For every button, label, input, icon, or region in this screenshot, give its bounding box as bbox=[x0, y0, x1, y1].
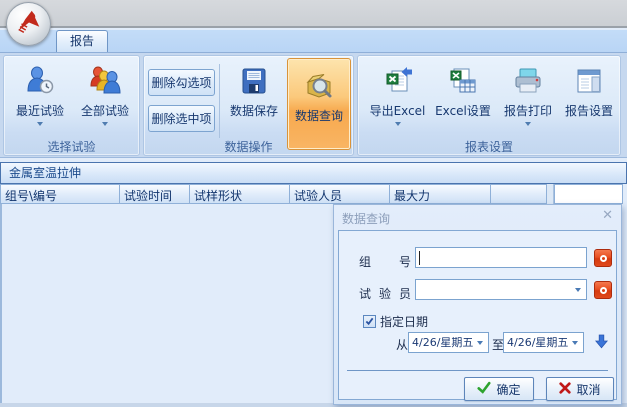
recent-tests-label: 最近试验 bbox=[16, 102, 64, 119]
group-no-label: 组 号 bbox=[359, 253, 411, 270]
dialog-panel: 组 号 试 验 员 bbox=[338, 230, 617, 400]
from-date-value: 4/26/星期五 bbox=[412, 336, 473, 349]
specify-date-checkbox[interactable]: 指定日期 bbox=[363, 313, 428, 330]
column-header-empty bbox=[491, 184, 547, 204]
recent-tests-button[interactable]: 最近试验 bbox=[9, 60, 71, 140]
column-header-group-id[interactable]: 组号\编号 bbox=[0, 184, 120, 204]
excel-settings-button[interactable]: Excel设置 bbox=[431, 60, 495, 140]
dialog-title: 数据查询 bbox=[342, 210, 390, 227]
print-report-button[interactable]: 报告打印 bbox=[499, 60, 557, 140]
column-header-max-force[interactable]: 最大力 bbox=[390, 184, 491, 204]
ribbon-group-report-settings: 导出Excel Excel设置 bbox=[357, 55, 621, 156]
tester-label: 试 验 员 bbox=[359, 285, 411, 302]
report-settings-button[interactable]: 报告设置 bbox=[558, 60, 620, 140]
ok-label: 确定 bbox=[496, 381, 520, 398]
circle-icon bbox=[600, 255, 607, 262]
delete-selected-items-label: 删除选中项 bbox=[151, 110, 211, 127]
report-window-icon bbox=[572, 64, 606, 98]
column-header-sample-shape[interactable]: 试样形状 bbox=[190, 184, 290, 204]
export-excel-label: 导出Excel bbox=[370, 102, 426, 119]
to-date-value: 4/26/星期五 bbox=[507, 336, 568, 349]
from-date-combobox[interactable]: 4/26/星期五 bbox=[408, 332, 489, 353]
save-data-button[interactable]: 数据保存 bbox=[223, 60, 285, 140]
ribbon-group-select-test: 最近试验 全部试验 选择试验 bbox=[3, 55, 140, 156]
chevron-down-icon bbox=[395, 122, 401, 126]
ribbon-group-data-operations: 删除勾选项 删除选中项 数据保存 bbox=[143, 55, 354, 156]
app-logo-button[interactable] bbox=[6, 2, 51, 46]
dialog-close-button[interactable]: ✕ bbox=[602, 208, 613, 224]
app-window: 报告 最近试验 bbox=[0, 0, 627, 407]
app-logo-icon bbox=[14, 7, 44, 41]
group-label-select-test: 选择试验 bbox=[4, 138, 139, 153]
export-excel-button[interactable]: 导出Excel bbox=[366, 60, 429, 140]
ok-button[interactable]: 确定 bbox=[464, 377, 534, 401]
group-label-data-operations: 数据操作 bbox=[144, 138, 353, 153]
report-settings-label: 报告设置 bbox=[565, 102, 613, 119]
cancel-label: 取消 bbox=[576, 381, 600, 398]
delete-selected-items-button[interactable]: 删除选中项 bbox=[148, 105, 215, 132]
floppy-save-icon bbox=[237, 64, 271, 98]
tab-report[interactable]: 报告 bbox=[56, 30, 108, 52]
text-caret bbox=[419, 251, 420, 265]
chevron-down-icon bbox=[572, 341, 578, 345]
group-no-input[interactable] bbox=[415, 247, 587, 268]
to-date-combobox[interactable]: 4/26/星期五 bbox=[503, 332, 584, 353]
excel-settings-icon bbox=[446, 64, 480, 98]
table-header: 组号\编号 试验时间 试样形状 试验人员 最大力 bbox=[0, 184, 627, 204]
specify-date-label: 指定日期 bbox=[380, 313, 428, 330]
checkbox-checked-icon bbox=[363, 315, 376, 328]
section-title-bar: 金属室温拉伸 bbox=[0, 162, 627, 184]
recent-tests-person-clock-icon bbox=[23, 64, 57, 98]
circle-icon bbox=[600, 287, 607, 294]
all-tests-button[interactable]: 全部试验 bbox=[74, 60, 136, 140]
check-icon bbox=[477, 381, 491, 397]
group-label-report-settings: 报表设置 bbox=[358, 138, 620, 153]
chevron-down-icon bbox=[477, 341, 483, 345]
header-gap bbox=[547, 184, 554, 204]
section-title: 金属室温拉伸 bbox=[9, 166, 81, 180]
export-excel-icon bbox=[381, 64, 415, 98]
chevron-down-icon bbox=[575, 288, 581, 292]
group-separator bbox=[219, 64, 220, 138]
tab-report-label: 报告 bbox=[70, 34, 94, 48]
save-data-label: 数据保存 bbox=[230, 102, 278, 119]
group-no-lookup-button[interactable] bbox=[594, 249, 612, 267]
tester-lookup-button[interactable] bbox=[594, 281, 612, 299]
apply-date-arrow-button[interactable] bbox=[595, 334, 608, 352]
delete-checked-items-label: 删除勾选项 bbox=[151, 74, 211, 91]
printer-icon bbox=[511, 64, 545, 98]
tab-strip: 报告 bbox=[0, 30, 627, 52]
tester-combobox[interactable] bbox=[415, 279, 587, 300]
cancel-button[interactable]: 取消 bbox=[546, 377, 614, 401]
delete-checked-items-button[interactable]: 删除勾选项 bbox=[148, 69, 215, 96]
x-icon bbox=[559, 382, 571, 397]
query-dialog: 数据查询 ✕ 组 号 试 验 员 bbox=[333, 204, 622, 405]
excel-settings-label: Excel设置 bbox=[435, 102, 491, 119]
all-tests-label: 全部试验 bbox=[81, 102, 129, 119]
ribbon: 最近试验 全部试验 选择试验 bbox=[0, 52, 627, 158]
dialog-divider bbox=[347, 370, 608, 371]
title-bar bbox=[0, 0, 627, 28]
print-report-label: 报告打印 bbox=[504, 102, 552, 119]
date-range-row: 从 4/26/星期五 至 4/26/星期五 bbox=[339, 332, 616, 354]
chevron-down-icon bbox=[525, 122, 531, 126]
query-data-label: 数据查询 bbox=[295, 107, 343, 124]
all-tests-people-icon bbox=[88, 64, 122, 98]
chevron-down-icon bbox=[102, 122, 108, 126]
column-header-test-time[interactable]: 试验时间 bbox=[120, 184, 190, 204]
from-label: 从 bbox=[396, 336, 408, 353]
query-data-button[interactable]: 数据查询 bbox=[287, 58, 351, 150]
chevron-down-icon bbox=[37, 122, 43, 126]
header-white-area bbox=[554, 184, 623, 204]
column-header-tester[interactable]: 试验人员 bbox=[290, 184, 390, 204]
box-magnifier-icon bbox=[302, 69, 336, 103]
